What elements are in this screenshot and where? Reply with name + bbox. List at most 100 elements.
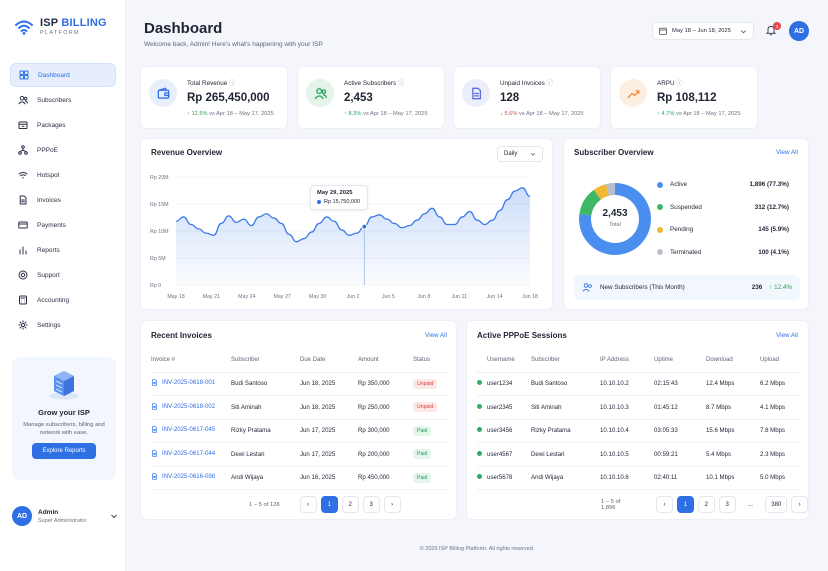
- invoice-link[interactable]: INV-2025-0616-098: [151, 466, 231, 490]
- invoice-link[interactable]: INV-2025-0618-001: [151, 372, 231, 396]
- legend-label: Active: [670, 181, 688, 188]
- profile-avatar[interactable]: AD: [789, 21, 809, 41]
- table-row[interactable]: INV-2025-0617-045 Rizky Pratama Jun 17, 20…: [151, 419, 449, 443]
- table-row[interactable]: user5678 Andi Wijaya 10.10.10.6 02:40:11 10.…: [477, 466, 801, 490]
- info-icon: ⓘ: [229, 80, 236, 87]
- invoice-link[interactable]: INV-2025-0617-044: [151, 442, 231, 467]
- table-row[interactable]: user1234 Budi Santoso 10.10.10.2 02:15:43 12…: [477, 372, 801, 396]
- amount-cell: Rp 250,000: [358, 395, 413, 420]
- kpi-icon-wrap: [306, 79, 334, 107]
- table-row[interactable]: INV-2025-0616-098 Andi Wijaya Jun 16, 2025…: [151, 466, 449, 490]
- sidebar-item-hotspot[interactable]: Hotspot: [10, 163, 116, 187]
- calculator-icon: [19, 295, 27, 305]
- chart-tooltip: May 29, 2025 Rp 15,750,000: [310, 185, 368, 210]
- highlight-point[interactable]: [361, 223, 368, 230]
- subscriber-cell: Budi Santoso: [531, 372, 600, 396]
- page-button-2[interactable]: 2: [697, 496, 715, 513]
- username-cell: user2345: [477, 395, 531, 420]
- page-button-1[interactable]: 1: [320, 496, 338, 513]
- donut-total-label: Total: [609, 222, 621, 228]
- status-badge: Unpaid: [413, 372, 449, 396]
- invoice-link[interactable]: INV-2025-0618-002: [151, 395, 231, 420]
- trend-up-icon: [627, 89, 639, 98]
- sidebar-item-support[interactable]: Support: [10, 263, 116, 287]
- subscriber-cell: Budi Santoso: [231, 372, 300, 396]
- page-button-380[interactable]: 380: [765, 496, 788, 513]
- sidebar-item-pppoe[interactable]: PPPoE: [10, 138, 116, 162]
- users-icon: [314, 87, 327, 99]
- explore-reports-button[interactable]: Explore Reports: [32, 442, 96, 459]
- status-badge: Unpaid: [413, 395, 449, 420]
- next-page-button[interactable]: ›: [791, 496, 809, 513]
- y-tick-label: Rp 20M: [150, 175, 169, 181]
- sidebar-item-packages[interactable]: Packages: [10, 113, 116, 137]
- upload-cell: 6.2 Mbps: [760, 372, 801, 396]
- prev-page-button[interactable]: ‹: [656, 496, 673, 513]
- sidebar-item-payments[interactable]: Payments: [10, 213, 116, 237]
- prev-page-button[interactable]: ‹: [299, 496, 317, 513]
- info-icon: ⓘ: [546, 80, 553, 87]
- column-header: Username: [477, 349, 531, 373]
- date-range-picker[interactable]: May 18 – Jun 18, 2025: [652, 22, 754, 40]
- pppoe-sessions-card: Active PPPoE Sessions View All Username S…: [466, 320, 809, 520]
- promo-text: Manage subscribers, billing and network …: [23, 422, 105, 437]
- invoices-view-all-link[interactable]: View All: [425, 332, 447, 339]
- sidebar-item-accounting[interactable]: Accounting: [10, 288, 116, 312]
- page-button-2[interactable]: 2: [341, 496, 359, 513]
- sessions-view-all-link[interactable]: View All: [776, 332, 798, 339]
- sidebar-item-invoices[interactable]: Invoices: [10, 188, 116, 212]
- table-row[interactable]: INV-2025-0618-002 Siti Aminah Jun 18, 2025…: [151, 395, 449, 420]
- pagination-ellipsis: ...: [747, 501, 753, 508]
- kpi-card-arpu: ARPU ⓘ Rp 108,112 ↑ 4.7% vs Apr 18 – May…: [610, 66, 758, 129]
- subscriber-cell: Dewi Lestari: [231, 442, 300, 467]
- sidebar-item-dashboard[interactable]: Dashboard: [10, 63, 116, 87]
- table-row[interactable]: INV-2025-0617-044 Dewi Lestari Jun 17, 202…: [151, 442, 449, 467]
- logo[interactable]: ISP BILLING PLATFORM: [14, 17, 107, 36]
- sidebar-item-label: Subscribers: [37, 96, 72, 104]
- x-tick-label: Jun 2: [347, 294, 360, 300]
- kpi-label: Unpaid Invoices ⓘ: [500, 80, 553, 87]
- subscriber-view-all-link[interactable]: View All: [776, 149, 798, 156]
- kpi-card-total-revenue: Total Revenue ⓘ Rp 265,450,000 ↑ 12.5% v…: [140, 66, 288, 129]
- legend-value: 1,896 (77.3%): [749, 181, 789, 188]
- invoices-title: Recent Invoices: [151, 331, 212, 340]
- kpi-icon-wrap: [462, 79, 490, 107]
- invoices-table: Invoice # Subscriber Due Date Amount Status …: [151, 349, 449, 490]
- due-date-cell: Jun 17, 2025: [300, 442, 358, 467]
- kpi-change: ↓ 5.6% vs Apr 18 – May 17, 2025: [500, 111, 584, 117]
- table-row[interactable]: user2345 Siti Aminah 10.10.10.3 01:45:12 8.7…: [477, 395, 801, 420]
- table-row[interactable]: user4567 Dewi Lestari 10.10.10.5 00:59:21 5.…: [477, 442, 801, 467]
- page-button-3[interactable]: 3: [362, 496, 380, 513]
- kpi-label: Total Revenue ⓘ: [187, 80, 236, 87]
- lifebuoy-icon: [18, 270, 28, 280]
- user-menu[interactable]: AD Admin Super Administrator: [12, 506, 118, 526]
- online-status-dot: [477, 380, 482, 386]
- user-role: Super Administrator: [38, 517, 87, 524]
- legend-value: 100 (4.1%): [758, 248, 789, 256]
- ip-address-cell: 10.10.10.2: [600, 372, 654, 396]
- legend-dot: [657, 204, 663, 210]
- page-button-1[interactable]: 1: [676, 496, 694, 513]
- table-row[interactable]: user3456 Rizky Pratama 10.10.10.4 03:05:33 1…: [477, 419, 801, 443]
- network-icon: [18, 145, 28, 155]
- kpi-value: Rp 265,450,000: [187, 92, 270, 104]
- sidebar-item-label: Reports: [37, 246, 60, 254]
- grid-icon: [19, 70, 29, 80]
- table-row[interactable]: INV-2025-0618-001 Budi Santoso Jun 18, 202…: [151, 372, 449, 396]
- page-button-3[interactable]: 3: [718, 496, 736, 513]
- subscriber-cell: Rizky Pratama: [231, 419, 300, 443]
- due-date-cell: Jun 17, 2025: [300, 419, 358, 443]
- sidebar-item-reports[interactable]: Reports: [10, 238, 116, 262]
- kpi-value: 2,453: [344, 92, 373, 104]
- avatar: AD: [12, 506, 32, 526]
- sidebar-item-label: Dashboard: [38, 71, 70, 79]
- username-cell: user4567: [477, 442, 531, 467]
- sidebar-item-settings[interactable]: Settings: [10, 313, 116, 337]
- x-tick-label: Jun 18: [522, 294, 538, 300]
- document-icon: [152, 473, 157, 480]
- next-page-button[interactable]: ›: [383, 496, 401, 513]
- invoice-link[interactable]: INV-2025-0617-045: [151, 419, 231, 443]
- ip-address-cell: 10.10.10.5: [600, 442, 654, 467]
- sidebar-item-subscribers[interactable]: Subscribers: [10, 88, 116, 112]
- column-header: Subscriber: [231, 349, 300, 373]
